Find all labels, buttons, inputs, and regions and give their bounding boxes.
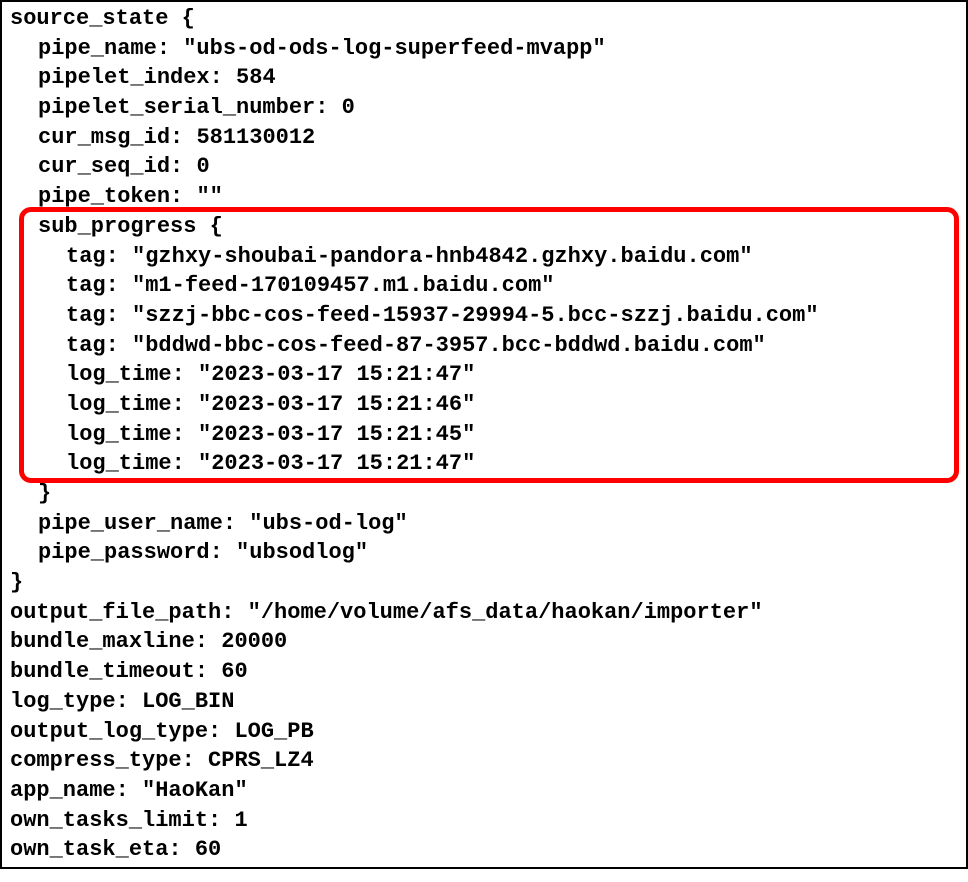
log-type-row: log_type: LOG_BIN (10, 687, 958, 717)
compress-type-row: compress_type: CPRS_LZ4 (10, 746, 958, 776)
cur-msg-id-row: cur_msg_id: 581130012 (10, 123, 958, 153)
log-time-row: log_time: "2023-03-17 15:21:46" (10, 390, 958, 420)
log-time-row: log_time: "2023-03-17 15:21:47" (10, 449, 958, 479)
source-state-close: } (10, 568, 958, 598)
pipe-password-row: pipe_password: "ubsodlog" (10, 538, 958, 568)
source-state-open: source_state { (10, 4, 958, 34)
log-time-row: log_time: "2023-03-17 15:21:45" (10, 420, 958, 450)
own-tasks-limit-row: own_tasks_limit: 1 (10, 806, 958, 836)
app-name-row: app_name: "HaoKan" (10, 776, 958, 806)
output-log-type-row: output_log_type: LOG_PB (10, 717, 958, 747)
sub-progress-open: sub_progress { (10, 212, 958, 242)
tag-row: tag: "szzj-bbc-cos-feed-15937-29994-5.bc… (10, 301, 958, 331)
pipelet-index-row: pipelet_index: 584 (10, 63, 958, 93)
tag-row: tag: "m1-feed-170109457.m1.baidu.com" (10, 271, 958, 301)
own-task-eta-row: own_task_eta: 60 (10, 835, 958, 865)
output-file-path-row: output_file_path: "/home/volume/afs_data… (10, 598, 958, 628)
bundle-timeout-row: bundle_timeout: 60 (10, 657, 958, 687)
pipe-user-name-row: pipe_user_name: "ubs-od-log" (10, 509, 958, 539)
pipe-name-row: pipe_name: "ubs-od-ods-log-superfeed-mva… (10, 34, 958, 64)
cur-seq-id-row: cur_seq_id: 0 (10, 152, 958, 182)
sub-progress-close: } (10, 479, 958, 509)
tag-row: tag: "bddwd-bbc-cos-feed-87-3957.bcc-bdd… (10, 331, 958, 361)
pipelet-serial-number-row: pipelet_serial_number: 0 (10, 93, 958, 123)
log-time-row: log_time: "2023-03-17 15:21:47" (10, 360, 958, 390)
config-text-block: source_state { pipe_name: "ubs-od-ods-lo… (0, 0, 968, 869)
bundle-maxline-row: bundle_maxline: 20000 (10, 627, 958, 657)
tag-row: tag: "gzhxy-shoubai-pandora-hnb4842.gzhx… (10, 242, 958, 272)
pipe-token-row: pipe_token: "" (10, 182, 958, 212)
